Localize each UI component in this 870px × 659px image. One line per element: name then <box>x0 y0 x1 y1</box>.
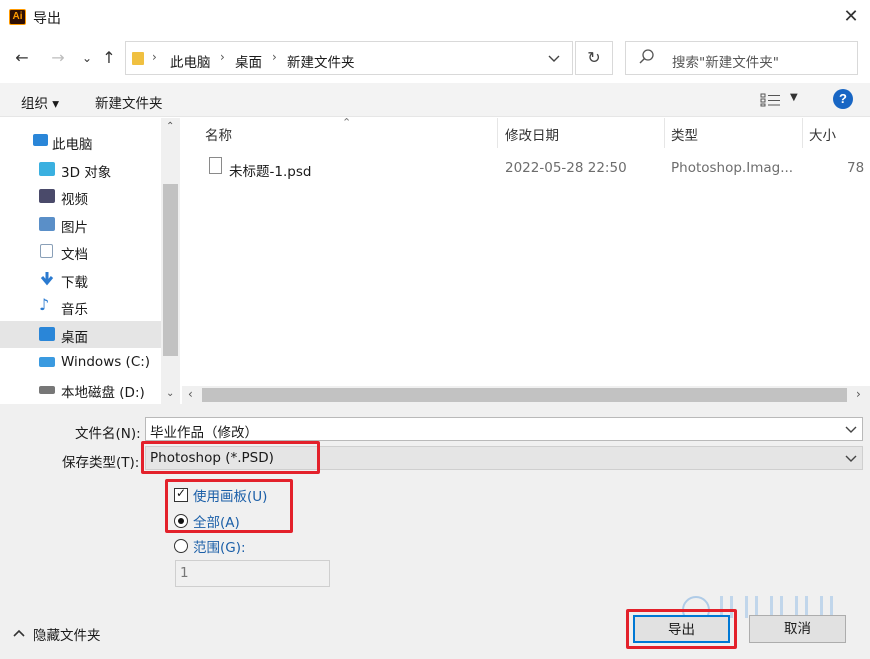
sidebar-item-pictures[interactable]: 图片 <box>0 211 162 238</box>
command-toolbar: 组织 ▾ 新建文件夹 ▼ ? <box>0 83 870 117</box>
column-divider[interactable] <box>497 118 498 148</box>
sidebar-item-label: 下载 <box>61 275 88 291</box>
sidebar-item-label: 文档 <box>61 247 88 263</box>
filename-field[interactable]: 毕业作品（修改） <box>145 417 863 441</box>
download-icon <box>40 272 54 286</box>
chevron-up-icon[interactable] <box>13 628 25 638</box>
search-input[interactable]: 搜索"新建文件夹" <box>672 51 779 71</box>
sidebar-item-label: 音乐 <box>61 302 88 318</box>
file-list: ⌃ 名称 修改日期 类型 大小 未标题-1.psd 2022-05-28 22:… <box>182 118 870 404</box>
column-divider[interactable] <box>664 118 665 148</box>
close-button[interactable]: ✕ <box>836 3 866 31</box>
help-button[interactable]: ? <box>833 89 853 109</box>
save-options-panel: 文件名(N): 毕业作品（修改） 保存类型(T): Photoshop (*.P… <box>0 404 870 659</box>
horizontal-scrollbar[interactable]: ‹ › <box>182 386 870 404</box>
file-modified: 2022-05-28 22:50 <box>505 160 627 176</box>
breadcrumb-separator: › <box>220 50 225 64</box>
sidebar-item-documents[interactable]: 文档 <box>0 238 162 265</box>
scroll-down-icon[interactable]: ⌄ <box>166 388 174 399</box>
range-label[interactable]: 范围(G): <box>193 536 246 556</box>
sidebar-item-music[interactable]: ♪ 音乐 <box>0 293 162 320</box>
sort-ascending-icon: ⌃ <box>342 118 352 129</box>
new-folder-button[interactable]: 新建文件夹 <box>95 92 163 112</box>
video-icon <box>39 189 55 203</box>
sidebar-item-downloads[interactable]: 下载 <box>0 266 162 293</box>
cancel-button[interactable]: 取消 <box>749 615 846 643</box>
column-header-name[interactable]: 名称 <box>205 124 232 144</box>
sidebar-scroll-thumb[interactable] <box>163 184 178 356</box>
sidebar-item-desktop[interactable]: 桌面 <box>0 321 162 348</box>
breadcrumb-separator: › <box>152 50 157 64</box>
breadcrumb-separator: › <box>272 50 277 64</box>
chevron-down-icon[interactable] <box>845 421 857 437</box>
column-header-type[interactable]: 类型 <box>671 124 698 144</box>
up-button[interactable]: ↑ <box>97 46 121 70</box>
disk-drive-icon <box>39 386 55 394</box>
search-icon <box>639 49 654 64</box>
save-type-label: 保存类型(T): <box>62 455 140 471</box>
cube-icon <box>39 162 55 176</box>
sidebar-item-label: Windows (C:) <box>61 354 151 370</box>
navigation-pane: 此电脑 3D 对象 视频 图片 文档 下载 ♪ 音乐 桌面 Windows (C… <box>0 118 180 404</box>
sidebar-item-label: 此电脑 <box>52 137 93 153</box>
view-options-icon[interactable] <box>760 93 782 107</box>
file-type: Photoshop.Imag... <box>671 160 794 176</box>
breadcrumb-new-folder[interactable]: 新建文件夹 <box>287 51 355 71</box>
sidebar-item-videos[interactable]: 视频 <box>0 183 162 210</box>
sidebar-item-label: 本地磁盘 (D:) <box>61 385 145 401</box>
navigation-bar: ← → ⌄ ↑ › 此电脑 › 桌面 › 新建文件夹 ↻ 搜索"新建文件夹" <box>0 38 870 78</box>
scroll-up-icon[interactable]: ⌃ <box>166 121 174 132</box>
document-icon <box>40 244 53 258</box>
forward-button[interactable]: → <box>46 46 70 70</box>
psd-file-icon <box>209 157 222 174</box>
filename-label: 文件名(N): <box>75 426 141 442</box>
scroll-left-icon[interactable]: ‹ <box>188 387 193 401</box>
title-bar: Ai 导出 ✕ <box>0 0 870 35</box>
sidebar-item-windows-c[interactable]: Windows (C:) <box>0 349 162 376</box>
sidebar-scrollbar[interactable]: ⌃ ⌄ <box>161 118 180 404</box>
pictures-icon <box>39 217 55 231</box>
scroll-right-icon[interactable]: › <box>856 387 861 401</box>
column-divider[interactable] <box>802 118 803 148</box>
filename-value: 毕业作品（修改） <box>150 425 258 441</box>
breadcrumb-this-pc[interactable]: 此电脑 <box>170 51 211 71</box>
view-dropdown-icon[interactable]: ▼ <box>790 92 798 103</box>
illustrator-app-icon: Ai <box>9 9 26 25</box>
music-icon: ♪ <box>39 295 50 314</box>
range-radio[interactable] <box>174 539 188 553</box>
file-size: 78 <box>847 160 865 176</box>
column-header-size[interactable]: 大小 <box>809 124 836 144</box>
sidebar-item-local-disk-d[interactable]: 本地磁盘 (D:) <box>0 376 162 403</box>
sidebar-item-label: 桌面 <box>61 330 88 346</box>
sidebar-item-3d-objects[interactable]: 3D 对象 <box>0 156 162 183</box>
sidebar-item-label: 视频 <box>61 192 88 208</box>
range-input[interactable]: 1 <box>175 560 330 587</box>
organize-menu[interactable]: 组织 ▾ <box>21 92 59 112</box>
window-title: 导出 <box>33 11 61 27</box>
horizontal-scroll-thumb[interactable] <box>202 388 847 402</box>
range-value: 1 <box>180 565 189 581</box>
recent-locations-button[interactable]: ⌄ <box>75 46 99 70</box>
refresh-button[interactable]: ↻ <box>575 41 613 75</box>
chevron-down-icon[interactable] <box>845 450 857 466</box>
address-bar[interactable]: › 此电脑 › 桌面 › 新建文件夹 <box>125 41 573 75</box>
sidebar-item-label: 图片 <box>61 220 88 236</box>
highlight-box-artboard-options <box>165 479 293 533</box>
highlight-box-save-type <box>141 441 320 474</box>
sidebar-item-label: 3D 对象 <box>61 165 112 181</box>
chevron-down-icon[interactable] <box>548 50 560 66</box>
hide-folders-toggle[interactable]: 隐藏文件夹 <box>33 624 101 644</box>
windows-drive-icon <box>39 357 55 367</box>
folder-icon <box>132 52 144 65</box>
file-name[interactable]: 未标题-1.psd <box>229 160 311 180</box>
computer-icon <box>33 134 48 146</box>
column-header-modified[interactable]: 修改日期 <box>505 124 559 144</box>
desktop-icon <box>39 327 55 341</box>
search-box[interactable]: 搜索"新建文件夹" <box>625 41 858 75</box>
breadcrumb-desktop[interactable]: 桌面 <box>235 51 262 71</box>
highlight-box-export <box>626 609 737 649</box>
back-button[interactable]: ← <box>10 46 34 70</box>
sidebar-item-this-pc[interactable]: 此电脑 <box>0 128 162 155</box>
